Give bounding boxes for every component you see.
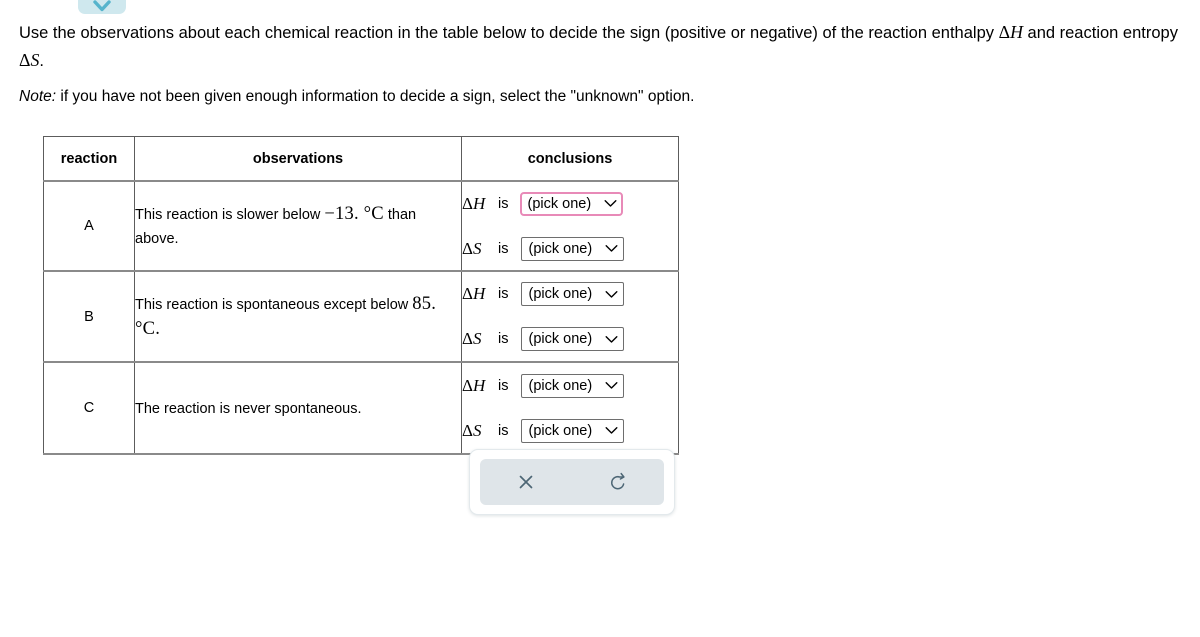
chevron-down-icon xyxy=(605,290,618,299)
reaction-label-b: B xyxy=(43,270,135,363)
reaction-label-c: C xyxy=(43,361,135,455)
variable-glyph: S xyxy=(472,329,482,348)
variable-glyph: H xyxy=(472,193,486,213)
observation-cell-b: This reaction is spontaneous except belo… xyxy=(134,270,462,363)
action-panel-inner xyxy=(480,459,664,505)
note-label: Note: xyxy=(19,88,57,105)
prompt-text-part1: Use the observations about each chemical… xyxy=(19,24,999,42)
conclusion-row-entropy: ΔS is (pick one) xyxy=(462,232,678,266)
entropy-select-b[interactable]: (pick one) xyxy=(521,327,625,351)
entropy-symbol: ΔS xyxy=(19,50,39,70)
chevron-down-icon xyxy=(605,335,618,344)
is-label: is xyxy=(498,377,509,394)
reactions-table: reaction observations conclusions A This… xyxy=(43,136,679,455)
delta-glyph: Δ xyxy=(462,375,473,395)
observation-cell-c: The reaction is never spontaneous. xyxy=(134,361,462,455)
variable-glyph: S xyxy=(472,238,482,258)
enthalpy-select-a[interactable]: (pick one) xyxy=(520,191,624,216)
delta-glyph: Δ xyxy=(998,22,1011,42)
chevron-down-icon xyxy=(604,199,617,208)
clear-button[interactable] xyxy=(509,465,543,499)
enthalpy-symbol: ΔH xyxy=(462,194,496,214)
entropy-select-c[interactable]: (pick one) xyxy=(521,418,625,443)
enthalpy-symbol: ΔH xyxy=(462,376,496,396)
select-value: (pick one) xyxy=(528,422,593,439)
conclusions-cell-c: ΔH is (pick one) ΔS is (pick one) xyxy=(461,361,679,455)
conclusion-row-enthalpy: ΔH is (pick one) xyxy=(462,369,678,403)
delta-glyph: Δ xyxy=(462,329,473,348)
entropy-symbol: ΔS xyxy=(462,329,496,349)
note-text: Note: if you have not been given enough … xyxy=(19,86,694,108)
conclusion-row-enthalpy: ΔH is (pick one) xyxy=(462,187,678,221)
enthalpy-symbol: ΔH xyxy=(462,284,496,304)
enthalpy-variable: H xyxy=(1010,22,1023,42)
select-value: (pick one) xyxy=(528,377,593,394)
is-label: is xyxy=(498,331,509,347)
note-body: if you have not been given enough inform… xyxy=(56,88,695,105)
collapse-toggle-pill[interactable] xyxy=(78,0,126,14)
variable-glyph: H xyxy=(472,284,486,303)
enthalpy-symbol: ΔH xyxy=(999,22,1023,42)
observation-text: The reaction is never spontaneous. xyxy=(135,400,362,417)
chevron-down-icon xyxy=(605,244,618,253)
enthalpy-select-c[interactable]: (pick one) xyxy=(521,373,625,398)
action-panel xyxy=(469,449,675,515)
entropy-symbol: ΔS xyxy=(462,421,496,441)
select-value: (pick one) xyxy=(528,240,593,257)
undo-reset-icon xyxy=(607,471,629,493)
observation-text: This reaction is spontaneous except belo… xyxy=(135,296,413,313)
column-header-conclusions: conclusions xyxy=(461,136,679,182)
select-value: (pick one) xyxy=(528,286,593,302)
chevron-down-icon xyxy=(605,381,618,390)
reset-button[interactable] xyxy=(601,465,635,499)
conclusions-cell-a: ΔH is (pick one) ΔS is (pick one) xyxy=(461,180,679,272)
conclusion-row-entropy: ΔS is (pick one) xyxy=(462,414,678,448)
reaction-label-a: A xyxy=(43,180,135,272)
delta-glyph: Δ xyxy=(462,284,473,303)
table-row: B This reaction is spontaneous except be… xyxy=(43,270,679,363)
delta-glyph: Δ xyxy=(462,238,473,258)
close-x-icon xyxy=(516,472,536,492)
column-header-observations: observations xyxy=(134,136,462,182)
entropy-select-a[interactable]: (pick one) xyxy=(521,236,625,261)
delta-glyph: Δ xyxy=(19,50,31,70)
chevron-down-icon xyxy=(93,0,111,12)
select-value: (pick one) xyxy=(527,195,592,212)
conclusion-row-entropy: ΔS is (pick one) xyxy=(462,322,678,356)
is-label: is xyxy=(498,422,509,439)
is-label: is xyxy=(498,195,509,212)
is-label: is xyxy=(498,240,509,257)
column-header-reaction: reaction xyxy=(43,136,135,182)
table-row: C The reaction is never spontaneous. ΔH … xyxy=(43,361,679,455)
prompt-text: Use the observations about each chemical… xyxy=(19,19,1179,75)
delta-glyph: Δ xyxy=(462,420,473,440)
observation-text: This reaction is slower below xyxy=(135,206,325,223)
observation-math: −13. °C xyxy=(324,202,384,224)
is-label: is xyxy=(498,286,509,302)
variable-glyph: H xyxy=(472,375,486,395)
select-value: (pick one) xyxy=(528,331,593,347)
prompt-text-part3: . xyxy=(39,52,44,70)
conclusion-row-enthalpy: ΔH is (pick one) xyxy=(462,277,678,311)
variable-glyph: S xyxy=(472,420,482,440)
delta-glyph: Δ xyxy=(462,193,473,213)
enthalpy-select-b[interactable]: (pick one) xyxy=(521,282,625,306)
table-row: A This reaction is slower below −13. °C … xyxy=(43,180,679,272)
conclusions-cell-b: ΔH is (pick one) ΔS is (pick one) xyxy=(461,270,679,363)
observation-cell-a: This reaction is slower below −13. °C th… xyxy=(134,180,462,272)
prompt-text-part2: and reaction entropy xyxy=(1022,24,1178,42)
entropy-symbol: ΔS xyxy=(462,239,496,259)
table-header-row: reaction observations conclusions xyxy=(43,136,679,182)
reactions-table-wrapper: reaction observations conclusions A This… xyxy=(43,136,679,455)
chevron-down-icon xyxy=(605,426,618,435)
